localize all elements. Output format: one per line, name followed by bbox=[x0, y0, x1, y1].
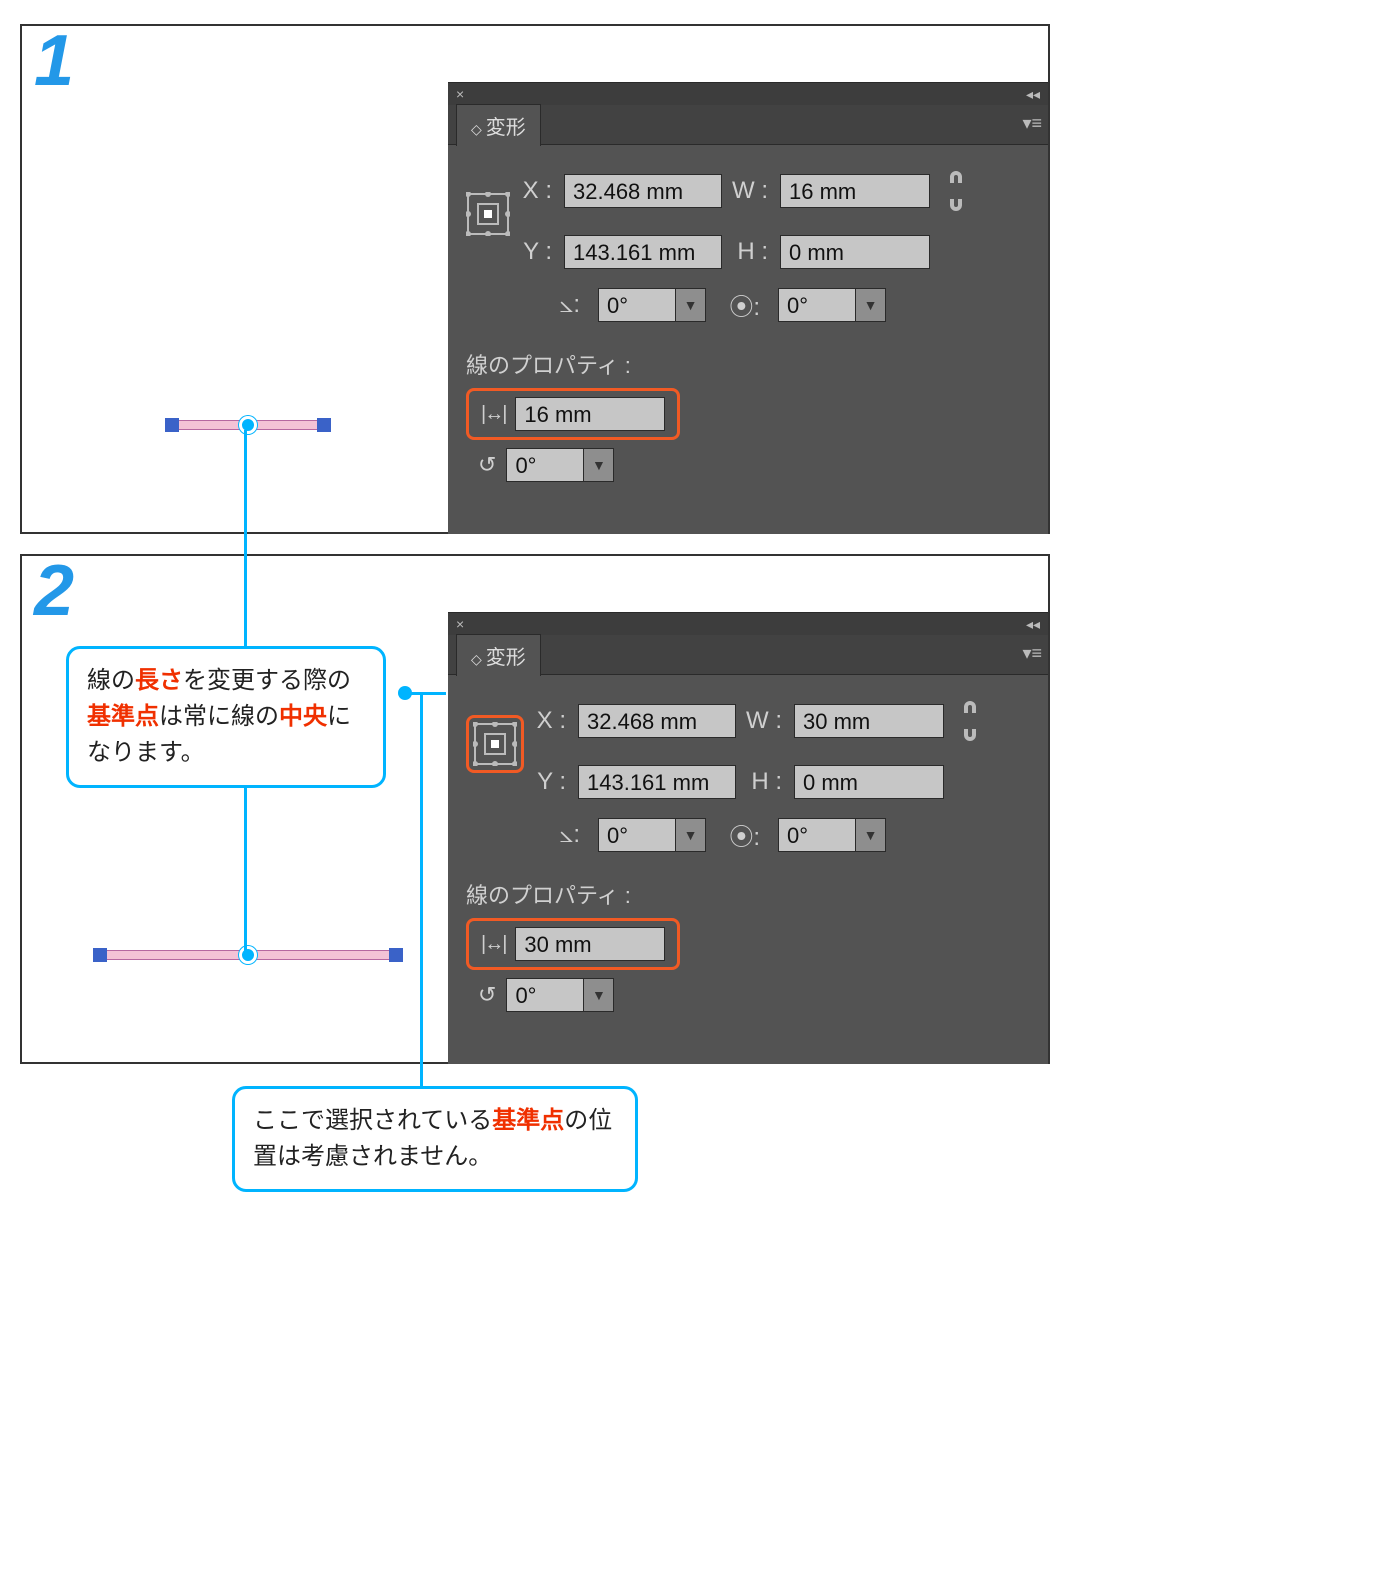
collapse-icon[interactable]: ◂◂ bbox=[1026, 86, 1040, 103]
line-angle-group: ↺ 0° ▼ bbox=[466, 978, 1032, 1012]
leader-dot bbox=[398, 686, 412, 700]
panel-tabbar: ◇変形 ▾≡ bbox=[448, 105, 1048, 145]
panel-tabbar: ◇変形 ▾≡ bbox=[448, 635, 1048, 675]
transform-panel: × ◂◂ ◇変形 ▾≡ bbox=[448, 612, 1048, 1064]
x-input[interactable]: 32.468 mm bbox=[578, 704, 736, 738]
panel-body: X : 32.468 mm W : 30 mm Y : 143.161 mm H… bbox=[448, 675, 1048, 1012]
shear-input[interactable]: 0° ▼ bbox=[778, 288, 886, 322]
shear-input[interactable]: 0° ▼ bbox=[778, 818, 886, 852]
y-label: Y : bbox=[532, 768, 572, 796]
line-length-input[interactable]: 30 mm bbox=[515, 927, 665, 961]
transform-panel: × ◂◂ ◇変形 ▾≡ X : 32. bbox=[448, 82, 1048, 534]
collapse-icon[interactable]: ◂◂ bbox=[1026, 616, 1040, 633]
h-input[interactable]: 0 mm bbox=[780, 235, 930, 269]
rotate-input[interactable]: 0° ▼ bbox=[598, 818, 706, 852]
line-center-marker bbox=[239, 946, 257, 964]
x-input[interactable]: 32.468 mm bbox=[564, 174, 722, 208]
chevron-down-icon[interactable]: ▼ bbox=[856, 288, 886, 322]
rotate-input[interactable]: 0° ▼ bbox=[598, 288, 706, 322]
angle-icon: ↺ bbox=[478, 452, 496, 478]
reference-point-selector[interactable] bbox=[473, 722, 517, 766]
x-label: X : bbox=[518, 177, 558, 205]
line-segment[interactable] bbox=[172, 420, 324, 430]
close-icon[interactable]: × bbox=[456, 86, 464, 102]
line-angle-input[interactable]: 0° ▼ bbox=[506, 978, 614, 1012]
line-center-marker bbox=[239, 416, 257, 434]
w-input[interactable]: 16 mm bbox=[780, 174, 930, 208]
line-handle-left[interactable] bbox=[93, 948, 107, 962]
link-wh-icon[interactable] bbox=[950, 689, 990, 753]
angle-row: ⦣: 0° ▼ ⦿: 0° ▼ bbox=[544, 817, 1032, 852]
angle-row: ⦣: 0° ▼ ⦿: 0° ▼ bbox=[544, 287, 1032, 322]
line-handle-left[interactable] bbox=[165, 418, 179, 432]
tab-transform[interactable]: ◇変形 bbox=[456, 634, 541, 676]
y-input[interactable]: 143.161 mm bbox=[578, 765, 736, 799]
line-handle-right[interactable] bbox=[389, 948, 403, 962]
w-label: W : bbox=[728, 177, 774, 205]
panel-menu-icon[interactable]: ▾≡ bbox=[1022, 643, 1042, 664]
w-label: W : bbox=[742, 707, 788, 735]
link-wh-icon[interactable] bbox=[936, 159, 976, 223]
tab-transform[interactable]: ◇変形 bbox=[456, 104, 541, 146]
line-angle-group: ↺ 0° ▼ bbox=[466, 448, 1032, 482]
x-label: X : bbox=[532, 707, 572, 735]
line-handle-right[interactable] bbox=[317, 418, 331, 432]
line-segment[interactable] bbox=[100, 950, 396, 960]
y-label: Y : bbox=[518, 238, 558, 266]
leader-line-vertical-2 bbox=[420, 692, 423, 1086]
rotate-icon: ⦣: bbox=[544, 291, 580, 319]
line-angle-input[interactable]: 0° ▼ bbox=[506, 448, 614, 482]
chevron-down-icon[interactable]: ▼ bbox=[676, 818, 706, 852]
chevron-down-icon[interactable]: ▼ bbox=[676, 288, 706, 322]
line-length-input[interactable]: 16 mm bbox=[515, 397, 665, 431]
line-length-group: |↔| 30 mm bbox=[466, 918, 680, 970]
line-properties-label: 線のプロパティ : bbox=[466, 348, 1032, 380]
length-icon: |↔| bbox=[481, 933, 505, 956]
step-1-frame: 1 × ◂◂ ◇変形 ▾≡ bbox=[20, 24, 1050, 534]
close-icon[interactable]: × bbox=[456, 616, 464, 632]
step-2-frame: 2 × ◂◂ ◇変形 ▾≡ bbox=[20, 554, 1050, 1064]
angle-icon: ↺ bbox=[478, 982, 496, 1008]
callout-reference-ignored: ここで選択されている基準点の位置は考慮されません。 bbox=[232, 1086, 638, 1192]
length-icon: |↔| bbox=[481, 403, 505, 426]
canvas-area bbox=[22, 556, 448, 1062]
h-label: H : bbox=[742, 768, 788, 796]
reference-point-selector[interactable] bbox=[466, 192, 510, 236]
line-properties-label: 線のプロパティ : bbox=[466, 878, 1032, 910]
panel-menu-icon[interactable]: ▾≡ bbox=[1022, 113, 1042, 134]
panel-top-bar: × ◂◂ bbox=[448, 613, 1048, 635]
chevron-down-icon[interactable]: ▼ bbox=[584, 448, 614, 482]
panel-top-bar: × ◂◂ bbox=[448, 83, 1048, 105]
callout-length-center: 線の長さを変更する際の基準点は常に線の中央になります。 bbox=[66, 646, 386, 788]
chevron-down-icon[interactable]: ▼ bbox=[584, 978, 614, 1012]
shear-icon: ⦿: bbox=[724, 817, 760, 852]
y-input[interactable]: 143.161 mm bbox=[564, 235, 722, 269]
line-length-group: |↔| 16 mm bbox=[466, 388, 680, 440]
chevron-down-icon[interactable]: ▼ bbox=[856, 818, 886, 852]
h-label: H : bbox=[728, 238, 774, 266]
rotate-icon: ⦣: bbox=[544, 821, 580, 849]
reference-point-highlight bbox=[466, 715, 524, 773]
h-input[interactable]: 0 mm bbox=[794, 765, 944, 799]
panel-body: X : 32.468 mm W : 16 mm Y : 143.161 mm H… bbox=[448, 145, 1048, 482]
shear-icon: ⦿: bbox=[724, 287, 760, 322]
canvas-area bbox=[22, 26, 448, 532]
w-input[interactable]: 30 mm bbox=[794, 704, 944, 738]
